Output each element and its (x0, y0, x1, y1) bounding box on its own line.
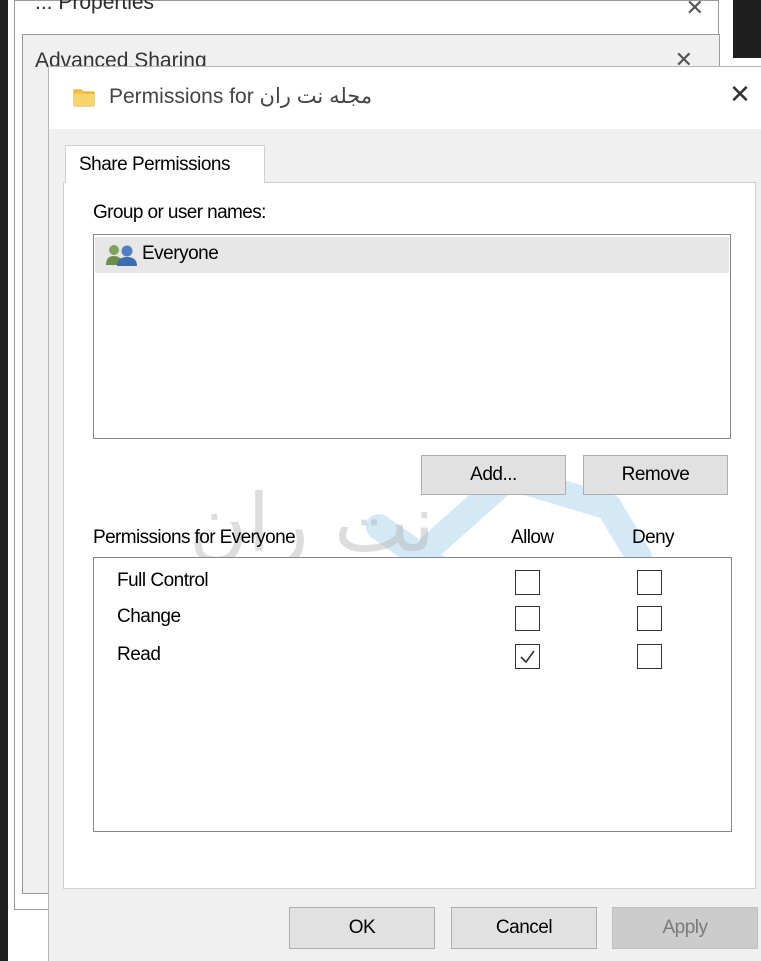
dialog-close-icon[interactable]: ✕ (725, 79, 755, 109)
cancel-button-label: Cancel (495, 917, 553, 938)
permission-name-change: Change (117, 606, 181, 627)
add-button[interactable]: Add... (421, 455, 566, 495)
permission-name-read: Read (117, 644, 161, 665)
change-allow-checkbox[interactable] (515, 606, 540, 631)
dialog-title-name: مجله نت ران (259, 85, 373, 108)
permissions-list: Full Control Change Read (93, 557, 732, 832)
permission-name-full-control: Full Control (117, 570, 209, 591)
read-deny-checkbox[interactable] (637, 644, 662, 669)
ok-button-label: OK (348, 917, 376, 938)
remove-button-label: Remove (621, 464, 690, 485)
permissions-for-label: Permissions for Everyone (93, 527, 296, 548)
properties-window-title: ... Properties (35, 0, 155, 14)
cancel-button[interactable]: Cancel (451, 907, 597, 949)
dark-background-strip (733, 0, 761, 58)
read-allow-checkbox[interactable] (515, 644, 540, 669)
list-item-label: Everyone (142, 243, 219, 264)
group-or-user-names-label: Group or user names: (93, 202, 266, 223)
full-control-allow-checkbox[interactable] (515, 570, 540, 595)
list-item-everyone[interactable]: Everyone (95, 237, 729, 273)
checkmark-icon (520, 650, 535, 664)
ok-button[interactable]: OK (289, 907, 435, 949)
permissions-dialog: Permissions for مجله نت ران ✕ Share Perm… (48, 66, 761, 961)
user-listbox[interactable]: Everyone (93, 234, 731, 439)
users-group-icon (106, 245, 137, 266)
properties-close-icon[interactable]: ✕ (686, 0, 704, 21)
dialog-titlebar[interactable]: Permissions for مجله نت ران ✕ (49, 67, 761, 129)
apply-button-label: Apply (662, 917, 708, 938)
add-button-label: Add... (470, 464, 517, 485)
full-control-deny-checkbox[interactable] (637, 570, 662, 595)
tab-share-permissions[interactable]: Share Permissions (65, 145, 265, 183)
change-deny-checkbox[interactable] (637, 606, 662, 631)
apply-button[interactable]: Apply (612, 907, 758, 949)
remove-button[interactable]: Remove (583, 455, 728, 495)
left-edge-strip (0, 0, 8, 961)
tab-share-permissions-label: Share Permissions (79, 154, 230, 175)
allow-column-header: Allow (511, 527, 554, 548)
dialog-title: Permissions for مجله نت ران (109, 84, 372, 109)
deny-column-header: Deny (632, 527, 675, 548)
dialog-title-prefix: Permissions for (109, 85, 254, 108)
folder-icon (73, 89, 95, 107)
